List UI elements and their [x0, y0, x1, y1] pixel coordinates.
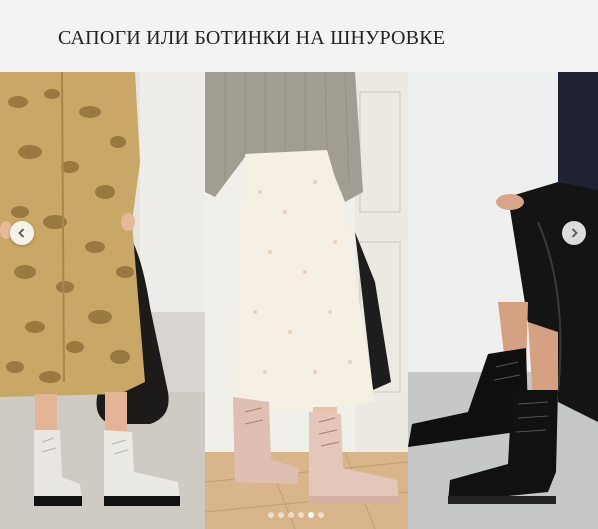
carousel-prev-button[interactable]: [10, 221, 34, 245]
carousel-next-button[interactable]: [562, 221, 586, 245]
chevron-right-icon: [571, 228, 578, 238]
carousel-pagination: [268, 511, 324, 519]
carousel-slide-2: [205, 72, 408, 529]
image-carousel[interactable]: [0, 72, 598, 529]
floral-skirt-outfit-photo: [205, 72, 408, 529]
carousel-dot-active[interactable]: [308, 512, 314, 518]
snake-print-outfit-photo: [0, 72, 205, 529]
carousel-slide-3: [408, 72, 598, 529]
carousel-slide-1: [0, 72, 205, 529]
page-title: САПОГИ ИЛИ БОТИНКИ НА ШНУРОВКЕ: [58, 27, 446, 49]
black-boots-outfit-photo: [408, 72, 598, 529]
carousel-dot[interactable]: [298, 512, 304, 518]
page-header: САПОГИ ИЛИ БОТИНКИ НА ШНУРОВКЕ: [0, 0, 598, 72]
carousel-dot[interactable]: [268, 512, 274, 518]
carousel-dot[interactable]: [288, 512, 294, 518]
carousel-dot[interactable]: [278, 512, 284, 518]
carousel-dot[interactable]: [318, 512, 324, 518]
chevron-left-icon: [18, 228, 25, 238]
